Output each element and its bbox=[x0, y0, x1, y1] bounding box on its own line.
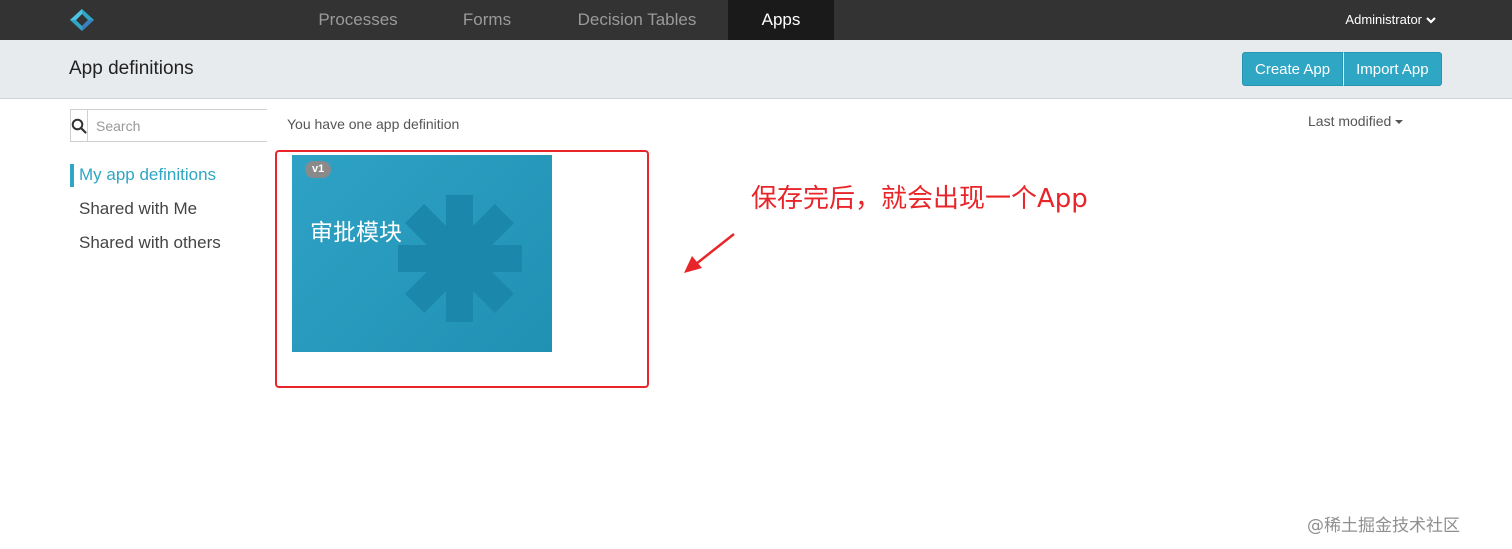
nav-forms[interactable]: Forms bbox=[442, 0, 532, 40]
user-name: Administrator bbox=[1345, 12, 1422, 27]
sort-label: Last modified bbox=[1308, 113, 1392, 129]
search-box bbox=[70, 109, 279, 142]
sidebar-active-indicator bbox=[70, 164, 74, 187]
nav-apps-label: Apps bbox=[761, 10, 801, 29]
top-navbar: Processes Forms Decision Tables Apps Adm… bbox=[0, 0, 1512, 46]
annotation-highlight-box bbox=[275, 150, 649, 388]
watermark: @稀土掘金技术社区 bbox=[1307, 516, 1460, 536]
app-count-summary: You have one app definition bbox=[287, 116, 460, 132]
search-input[interactable] bbox=[88, 110, 279, 141]
sort-dropdown[interactable]: Last modified bbox=[1308, 113, 1404, 129]
logo-icon[interactable] bbox=[68, 8, 96, 32]
sidebar-item-shared-with-me[interactable]: Shared with Me bbox=[79, 199, 197, 219]
import-app-button[interactable]: Import App bbox=[1343, 52, 1442, 86]
header-button-group: Create App Import App bbox=[1242, 52, 1442, 86]
sidebar-item-shared-with-others[interactable]: Shared with others bbox=[79, 233, 221, 253]
chevron-down-icon bbox=[1426, 2, 1436, 42]
annotation-text: 保存完后，就会出现一个App bbox=[751, 184, 1088, 214]
nav-processes[interactable]: Processes bbox=[300, 0, 416, 40]
annotation-arrow-icon bbox=[678, 230, 738, 283]
create-app-button[interactable]: Create App bbox=[1242, 52, 1344, 86]
page-title: App definitions bbox=[69, 58, 194, 79]
nav-apps[interactable]: Apps bbox=[728, 0, 834, 46]
caret-down-icon bbox=[1395, 120, 1404, 125]
sidebar-item-my-app-definitions[interactable]: My app definitions bbox=[79, 165, 216, 185]
page-header: App definitions Create App Import App bbox=[0, 40, 1512, 99]
user-menu[interactable]: Administrator bbox=[1345, 0, 1436, 40]
search-icon[interactable] bbox=[71, 110, 88, 141]
nav-decision-tables[interactable]: Decision Tables bbox=[564, 0, 710, 40]
